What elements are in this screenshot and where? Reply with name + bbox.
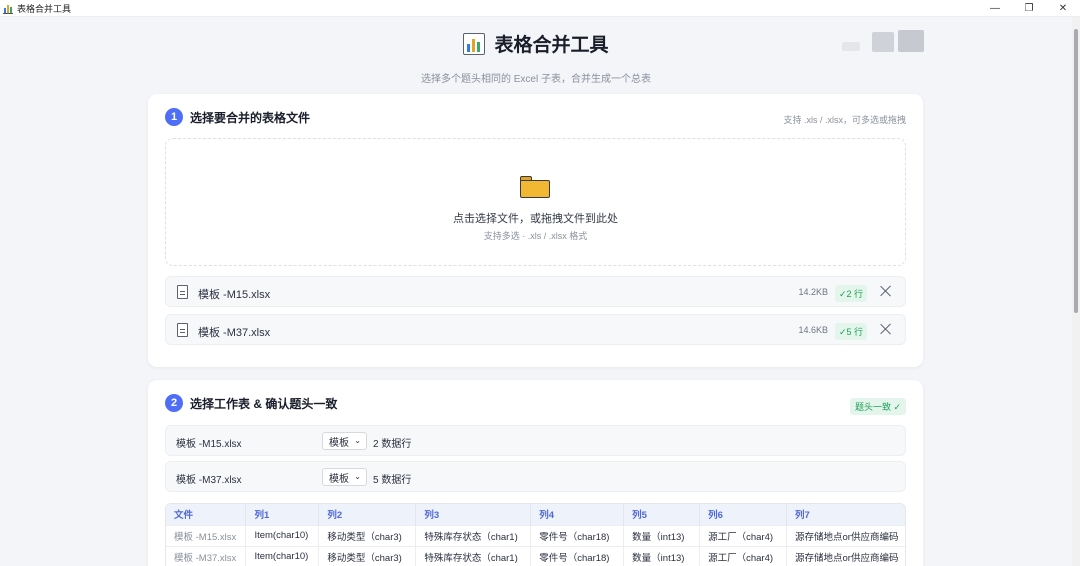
table-cell: 零件号（char18) <box>530 545 625 566</box>
table-cell: Item(char10) <box>245 545 320 566</box>
remove-file-button[interactable] <box>879 284 893 298</box>
sheet-select-card: 2 选择工作表 & 确认题头一致 题头一致 ✓ 模板 -M15.xlsx 模板 … <box>148 380 923 566</box>
column-header: 列4 <box>530 504 625 525</box>
table-cell: 模板 -M15.xlsx <box>166 524 247 546</box>
format-hint: 支持 .xls / .xlsx，可多选或拖拽 <box>783 115 906 125</box>
table-row: 模板 -M15.xlsx Item(char10) 移动类型（char3) 特殊… <box>166 524 905 546</box>
column-header: 列7 <box>786 504 905 525</box>
card-title: 选择工作表 & 确认题头一致 <box>190 396 338 411</box>
table-cell: 特殊库存状态（char1) <box>415 545 532 566</box>
vertical-scrollbar[interactable] <box>1072 17 1080 566</box>
sheet-select[interactable]: 模板 ⌄ <box>322 432 367 450</box>
table-cell: 数量（int13) <box>623 524 701 546</box>
table-header-row: 文件 列1 列2 列3 列4 列5 列6 列7 <box>166 504 905 525</box>
chevron-down-icon: ⌄ <box>354 472 361 481</box>
data-row-count: 2 数据行 <box>373 439 412 450</box>
table-cell: 移动类型（char3) <box>318 524 417 546</box>
restore-button[interactable]: ❐ <box>1012 0 1046 17</box>
column-header: 列1 <box>245 504 320 525</box>
table-cell: 移动类型（char3) <box>318 545 417 566</box>
chevron-down-icon: ⌄ <box>354 436 361 445</box>
card-header: 1 选择要合并的表格文件 <box>165 108 310 126</box>
page-title-row: 表格合并工具 <box>463 30 609 57</box>
column-header: 列6 <box>699 504 788 525</box>
step-number-badge: 2 <box>165 394 183 412</box>
file-select-card: 1 选择要合并的表格文件 支持 .xls / .xlsx，可多选或拖拽 点击选择… <box>148 94 923 367</box>
file-size: 14.6KB <box>798 325 828 335</box>
card-header: 2 选择工作表 & 确认题头一致 <box>165 394 337 412</box>
folder-icon <box>520 176 550 198</box>
sheet-file-name: 模板 -M15.xlsx <box>176 439 242 450</box>
remove-file-button[interactable] <box>879 322 893 336</box>
table-cell: 源存储地点or供应商编码（ <box>786 545 905 566</box>
table-cell: Item(char10) <box>245 524 320 546</box>
scrollbar-thumb[interactable] <box>1074 29 1078 313</box>
column-header: 列5 <box>623 504 701 525</box>
column-header: 文件 <box>166 504 247 525</box>
header-consistent-badge: 题头一致 ✓ <box>849 398 906 415</box>
table-cell: 源工厂（char4) <box>699 545 788 566</box>
row-count-badge: ✓2 行 <box>834 285 867 302</box>
data-row-count: 5 数据行 <box>373 475 412 486</box>
window-titlebar: 表格合并工具 — ❐ ✕ <box>0 0 1080 17</box>
file-dropzone[interactable]: 点击选择文件，或拖拽文件到此处 支持多选 · .xls / .xlsx 格式 <box>165 138 906 266</box>
header-preview-table[interactable]: 文件 列1 列2 列3 列4 列5 列6 列7 模板 -M15.xlsx Ite… <box>165 503 906 566</box>
card-title: 选择要合并的表格文件 <box>190 110 311 125</box>
window-title: 表格合并工具 <box>17 3 72 14</box>
step-number-badge: 1 <box>165 108 183 126</box>
app-chart-icon <box>2 2 14 14</box>
page-subtitle: 选择多个题头相同的 Excel 子表，合并生成一个总表 <box>420 73 651 85</box>
file-name: 模板 -M37.xlsx <box>198 327 271 339</box>
file-list-item: 模板 -M15.xlsx 14.2KB ✓2 行 <box>165 276 906 307</box>
sheet-row: 模板 -M15.xlsx 模板 ⌄ 2 数据行 <box>165 425 906 456</box>
file-name: 模板 -M15.xlsx <box>198 289 271 301</box>
table-cell: 源存储地点or供应商编码（ <box>786 524 905 546</box>
bar-chart-icon <box>463 32 486 55</box>
page-title: 表格合并工具 <box>494 35 609 56</box>
minimize-button[interactable]: — <box>978 0 1012 17</box>
table-cell: 数量（int13) <box>623 545 701 566</box>
dropzone-sublabel: 支持多选 · .xls / .xlsx 格式 <box>483 231 588 241</box>
file-size: 14.2KB <box>798 287 828 297</box>
sheet-row: 模板 -M37.xlsx 模板 ⌄ 5 数据行 <box>165 461 906 492</box>
table-cell: 特殊库存状态（char1) <box>415 524 532 546</box>
column-header: 列3 <box>415 504 532 525</box>
table-cell: 模板 -M37.xlsx <box>166 545 247 566</box>
table-cell: 源工厂（char4) <box>699 524 788 546</box>
table-cell: 零件号（char18) <box>530 524 625 546</box>
document-icon <box>177 323 188 337</box>
file-list-item: 模板 -M37.xlsx 14.6KB ✓5 行 <box>165 314 906 345</box>
blurred-avatar <box>842 30 924 54</box>
row-count-badge: ✓5 行 <box>834 323 867 340</box>
dropzone-label: 点击选择文件，或拖拽文件到此处 <box>453 213 618 225</box>
column-header: 列2 <box>318 504 417 525</box>
table-row: 模板 -M37.xlsx Item(char10) 移动类型（char3) 特殊… <box>166 545 905 566</box>
close-window-button[interactable]: ✕ <box>1046 0 1080 17</box>
sheet-file-name: 模板 -M37.xlsx <box>176 475 242 486</box>
sheet-select-value: 模板 <box>329 473 349 485</box>
sheet-select-value: 模板 <box>329 437 349 449</box>
document-icon <box>177 285 188 299</box>
sheet-select[interactable]: 模板 ⌄ <box>322 468 367 486</box>
